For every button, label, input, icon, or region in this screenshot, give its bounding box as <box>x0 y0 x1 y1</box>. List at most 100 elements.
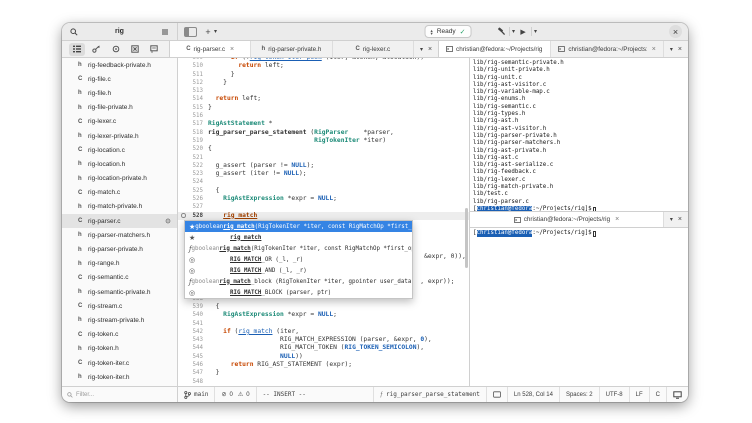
editor-tab[interactable]: h rig-parser-private.h <box>251 41 333 57</box>
file-row[interactable]: h rig-token-iter.h <box>62 370 177 384</box>
file-row[interactable]: Crig-lexer.c <box>62 115 177 129</box>
completion-popup[interactable]: ★ gboolean rig_match (RigTokenIter *iter, … <box>184 220 413 299</box>
encoding-setting[interactable]: UTF-8 <box>598 387 629 402</box>
file-row[interactable]: h rig-parser-private.h <box>62 242 177 256</box>
file-row[interactable]: h rig-file.h <box>62 86 177 100</box>
terminal-tab[interactable]: christian@fedora:~/Projects: × <box>551 41 664 57</box>
code-line[interactable]: 548 <box>178 378 469 386</box>
editor-close-icon[interactable]: × <box>428 46 432 53</box>
git-branch-indicator[interactable]: main <box>178 387 216 402</box>
editor-tab[interactable]: Crig-parser.c × <box>170 41 252 57</box>
search-icon[interactable] <box>68 26 80 38</box>
keyboard-indicator[interactable] <box>485 387 507 402</box>
tab-close-icon[interactable]: × <box>652 46 656 53</box>
completion-row[interactable]: ◎ RIG_MATCH _BLOCK (parser, ptr) <box>185 287 412 298</box>
build-split-button[interactable]: ▾ <box>495 26 515 38</box>
indent-setting[interactable]: Spaces: 2 <box>558 387 599 402</box>
window-close-button[interactable]: × <box>669 25 682 38</box>
editor-scrollbar[interactable] <box>465 208 468 268</box>
todo-icon[interactable] <box>127 43 143 56</box>
code-line[interactable]: 543 RIG_MATCH_EXPRESSION (parser, &expr,… <box>178 336 469 344</box>
file-row[interactable]: h rig-parser-matchers.h <box>62 228 177 242</box>
code-line[interactable]: 517 RigAstStatement * <box>178 120 469 128</box>
eol-setting[interactable]: LF <box>628 387 649 402</box>
file-row[interactable]: h rig-match-private.h <box>62 200 177 214</box>
code-line[interactable]: 527 <box>178 203 469 211</box>
code-line[interactable]: 547 } <box>178 369 469 377</box>
code-line[interactable]: 546 return RIG_AST_STATEMENT (expr); <box>178 361 469 369</box>
terminal-panel-close-icon[interactable]: × <box>678 46 682 53</box>
code-line[interactable]: 542 if (rig_match (iter, <box>178 328 469 336</box>
completion-row[interactable]: ◎ RIG_MATCH _OR (_l, _r) <box>185 254 412 265</box>
code-editor[interactable]: 509 if (!rig_token_iter_peek (iter, &tok… <box>178 58 470 386</box>
terminal-tab[interactable]: christian@fedora:~/Projects/rig <box>439 41 552 57</box>
build-pipeline-icon[interactable] <box>108 43 124 56</box>
code-line[interactable]: 539 { <box>178 303 469 311</box>
file-row[interactable]: Crig-semantic.c <box>62 271 177 285</box>
code-line[interactable]: 518 rig_parser_parse_statement (RigParser… <box>178 129 469 137</box>
code-line[interactable]: 545 NULL)) <box>178 353 469 361</box>
file-row[interactable]: Crig-file.c <box>62 72 177 86</box>
code-line[interactable]: 541 <box>178 320 469 328</box>
menu-icon[interactable] <box>159 26 171 38</box>
file-row[interactable]: h rig-token.h <box>62 342 177 356</box>
file-row[interactable]: Crig-token-iter.c <box>62 356 177 370</box>
file-row[interactable]: Crig-token.c <box>62 328 177 342</box>
run-split-button[interactable]: ▶ ▾ <box>517 26 537 38</box>
code-line[interactable]: 521 <box>178 154 469 162</box>
code-line[interactable]: 525 { <box>178 187 469 195</box>
project-tree-icon[interactable] <box>69 42 85 56</box>
display-indicator[interactable] <box>666 387 688 402</box>
run-play-icon[interactable]: ▶ <box>517 26 529 38</box>
file-row[interactable]: Crig-parser.c <box>62 214 177 229</box>
completion-row[interactable]: ƒ gboolean rig_match _block (RigTokenIter *… <box>185 276 412 287</box>
code-line[interactable]: 511 } <box>178 71 469 79</box>
current-symbol[interactable]: ƒ rig_parser_parse_statement <box>372 387 486 402</box>
file-row[interactable]: Crig-location.c <box>62 143 177 157</box>
code-line[interactable]: 528 rig_match <box>178 211 469 220</box>
file-row[interactable]: h rig-feedback-private.h <box>62 58 177 72</box>
completion-row[interactable]: ƒ gboolean rig_match (RigTokenIter *iter, … <box>185 243 412 254</box>
completion-row[interactable]: ★ rig_match <box>185 232 412 243</box>
toggle-panel-icon[interactable] <box>184 26 197 37</box>
run-caret-icon[interactable]: ▾ <box>534 28 537 35</box>
editor-tab[interactable]: Crig-lexer.c <box>333 41 414 57</box>
terminal-2-tab[interactable]: christian@fedora:~/Projects/rig × <box>470 212 664 227</box>
file-row[interactable]: h rig-semantic-private.h <box>62 285 177 299</box>
build-hammer-icon[interactable] <box>495 26 507 38</box>
terminal-2-tab-close-icon[interactable]: × <box>615 216 619 223</box>
terminal-tab-list-caret-icon[interactable]: ▾ <box>670 46 673 53</box>
file-gear-icon[interactable] <box>165 218 171 224</box>
diagnostics-indicator[interactable]: ⊘ 0 ⚠ 0 <box>215 387 257 402</box>
terminal-2-close-icon[interactable]: × <box>678 216 682 223</box>
code-line[interactable]: 520 { <box>178 145 469 153</box>
file-row[interactable]: h rig-stream-private.h <box>62 313 177 327</box>
code-line[interactable]: 513 <box>178 87 469 95</box>
tab-close-icon[interactable]: × <box>230 46 234 53</box>
file-row[interactable]: h rig-location.h <box>62 157 177 171</box>
code-line[interactable]: 522 g_assert (parser != NULL); <box>178 162 469 170</box>
code-line[interactable]: 523 g_assert (iter != NULL); <box>178 170 469 178</box>
code-line[interactable]: 514 return left; <box>178 95 469 103</box>
language-setting[interactable]: C <box>648 387 666 402</box>
code-line[interactable]: 544 RIG_MATCH_TOKEN (RIG_TOKEN_SEMICOLON… <box>178 344 469 352</box>
code-line[interactable]: 515} <box>178 104 469 112</box>
code-line[interactable]: 526 RigAstExpression *expr = NULL; <box>178 195 469 203</box>
code-line[interactable]: 524 <box>178 178 469 186</box>
code-line[interactable]: 510 return left; <box>178 62 469 70</box>
completion-row[interactable]: ◎ RIG_MATCH _AND (_l, _r) <box>185 265 412 276</box>
file-row[interactable]: h rig-file-private.h <box>62 101 177 115</box>
cursor-position[interactable]: Ln 528, Col 14 <box>506 387 559 402</box>
symbols-icon[interactable] <box>88 43 104 56</box>
code-line[interactable]: 512 } <box>178 79 469 87</box>
terminal-1[interactable]: lib/rig-semantic-private.h lib/rig-unit-p… <box>470 58 688 211</box>
terminal-2-caret-icon[interactable]: ▾ <box>670 216 673 223</box>
new-tab-button[interactable]: + <box>202 26 214 38</box>
code-line[interactable]: 519 RigTokenIter *iter) <box>178 137 469 145</box>
build-caret-icon[interactable]: ▾ <box>512 28 515 35</box>
file-row[interactable]: h rig-location-private.h <box>62 172 177 186</box>
file-row[interactable]: Crig-match.c <box>62 186 177 200</box>
completion-row[interactable]: ★ gboolean rig_match (RigTokenIter *iter, … <box>185 221 412 232</box>
file-row[interactable]: Crig-stream.c <box>62 299 177 313</box>
omnibar-status[interactable]: ▴ ▾ Ready ✓ <box>424 25 472 38</box>
